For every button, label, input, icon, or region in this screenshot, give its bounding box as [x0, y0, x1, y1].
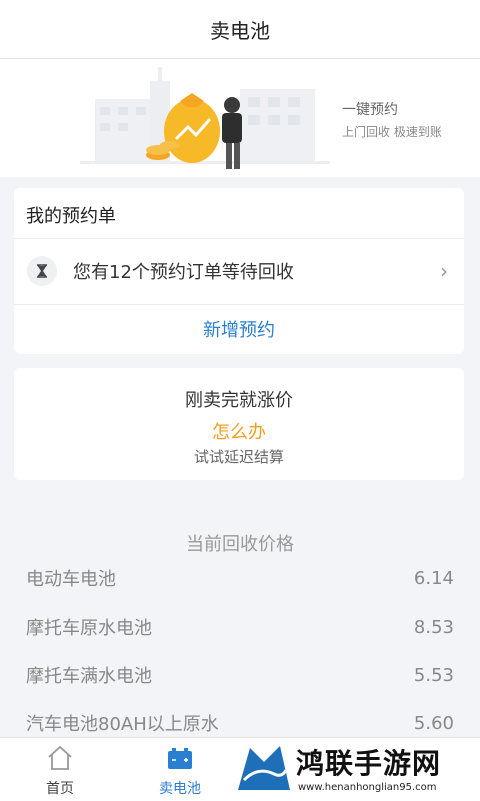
price-row[interactable]: 汽车电池80AH以上原水 5.60: [26, 708, 454, 738]
battery-price: 8.53: [413, 616, 454, 638]
battery-price: 6.14: [413, 567, 454, 589]
tab-home-label: 首页: [46, 781, 74, 797]
tab-sell-battery-label: 卖电池: [159, 781, 201, 797]
top-bar: 卖电池: [0, 0, 480, 59]
price-row[interactable]: 摩托车满水电池 5.53: [26, 660, 454, 690]
new-booking-button[interactable]: 新增预约: [14, 305, 464, 353]
battery-type: 摩托车原水电池: [26, 618, 152, 639]
hourglass-icon: [27, 256, 57, 286]
banner-slogan: 一键预约: [342, 102, 398, 118]
watermark: 鸿联手游网 www.henanhonglian95.com: [232, 740, 480, 800]
promo-action: 怎么办: [212, 422, 266, 443]
battery-type: 汽车电池80AH以上原水: [26, 714, 219, 735]
banner-subtext: 上门回收 极速到账: [342, 125, 442, 139]
chevron-right-icon: ›: [440, 259, 448, 283]
battery-icon: [168, 748, 192, 769]
watermark-title: 鸿联手游网: [296, 747, 442, 780]
pending-orders-row[interactable]: 您有12个预约订单等待回收 ›: [14, 238, 464, 304]
battery-type: 摩托车满水电池: [26, 666, 152, 687]
promo-subtitle: 试试延迟结算: [193, 448, 284, 466]
home-icon: [48, 745, 72, 770]
watermark-url: www.henanhonglian95.com: [298, 782, 437, 793]
banner[interactable]: 一键预约 上门回收 极速到账: [0, 59, 480, 177]
battery-type: 电动车电池: [26, 569, 116, 590]
tab-sell-battery[interactable]: 卖电池: [120, 738, 240, 801]
tab-home[interactable]: 首页: [0, 738, 120, 801]
battery-price: 5.60: [413, 712, 454, 734]
banner-illustration: [80, 67, 330, 169]
price-list-header: 当前回收价格: [186, 534, 294, 555]
pending-orders-text: 您有12个预约订单等待回收: [73, 262, 294, 283]
price-row[interactable]: 摩托车原水电池 8.53: [26, 612, 454, 642]
deferred-settlement-card[interactable]: 刚卖完就涨价 怎么办 试试延迟结算: [14, 368, 464, 480]
page-title: 卖电池: [210, 18, 270, 43]
battery-price: 5.53: [413, 664, 454, 686]
my-orders-card: 我的预约单 您有12个预约订单等待回收 › 新增预约: [14, 188, 464, 354]
orders-title: 我的预约单: [26, 206, 116, 227]
price-row[interactable]: 电动车电池 6.14: [26, 563, 454, 593]
watermark-logo: [238, 746, 290, 790]
promo-title: 刚卖完就涨价: [185, 390, 293, 411]
